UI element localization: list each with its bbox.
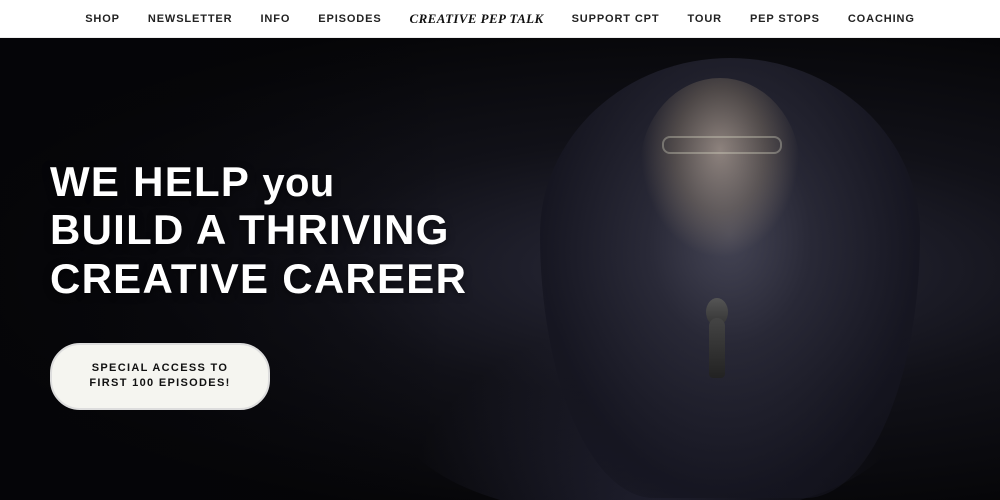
- hero-content: WE HELP you BUILD A THRIVING CREATIVE CA…: [50, 158, 610, 410]
- headline-line3: CREATIVE CAREER: [50, 255, 610, 303]
- face-highlight: [640, 78, 800, 258]
- nav-info[interactable]: INFO: [260, 13, 290, 25]
- main-nav: SHOP NEWSLETTER INFO EPISODES CREATIVE P…: [0, 0, 1000, 38]
- nav-logo[interactable]: CREATIVE PEP TALK: [410, 11, 544, 27]
- microphone-body: [709, 318, 725, 378]
- hero-section: WE HELP you BUILD A THRIVING CREATIVE CA…: [0, 38, 1000, 500]
- nav-pep-stops[interactable]: PEP STOPS: [750, 13, 820, 25]
- nav-episodes[interactable]: EPISODES: [318, 13, 381, 25]
- nav-newsletter[interactable]: NEWSLETTER: [148, 13, 233, 25]
- nav-coaching[interactable]: COACHING: [848, 13, 915, 25]
- hero-headline: WE HELP you BUILD A THRIVING CREATIVE CA…: [50, 158, 610, 303]
- nav-tour[interactable]: TOUR: [687, 13, 721, 25]
- headline-you: you: [262, 161, 334, 205]
- glasses-detail: [662, 136, 782, 154]
- headline-line2: BUILD A THRIVING: [50, 206, 610, 254]
- cta-button[interactable]: SPECIAL ACCESS TO FIRST 100 EPISODES!: [50, 343, 270, 410]
- headline-we-help: WE HELP: [50, 158, 262, 205]
- headline-line1: WE HELP you: [50, 158, 610, 206]
- nav-shop[interactable]: SHOP: [85, 13, 120, 25]
- nav-support-cpt[interactable]: SUPPORT CPT: [572, 13, 660, 25]
